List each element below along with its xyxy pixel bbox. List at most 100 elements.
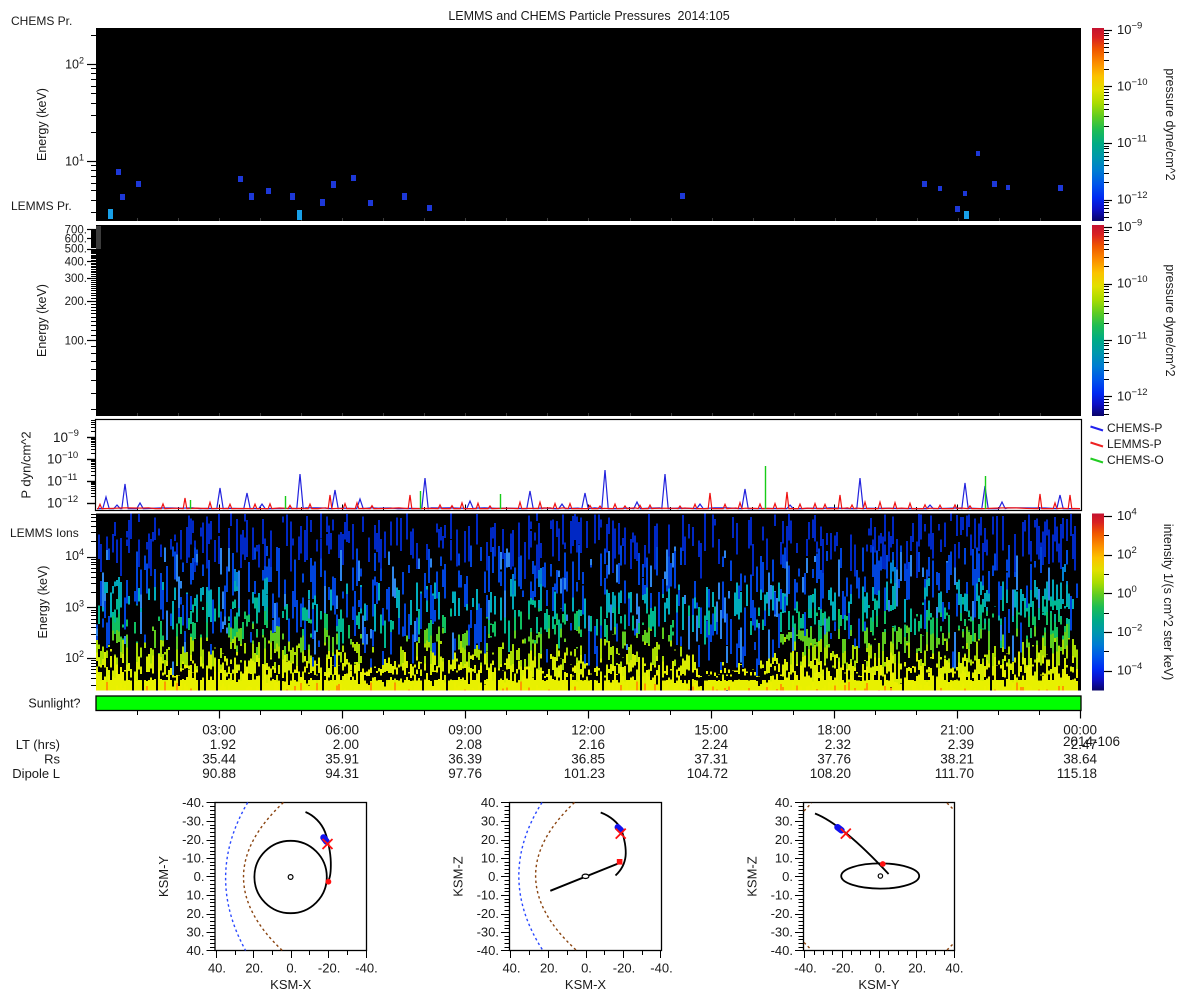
svg-text:-40.: -40.: [355, 961, 377, 976]
svg-text:300.: 300.: [65, 273, 87, 285]
svg-text:KSM-Z: KSM-Z: [745, 856, 760, 897]
svg-text:KSM-Y: KSM-Y: [858, 977, 900, 992]
svg-text:30.: 30.: [775, 814, 793, 829]
svg-text:200.: 200.: [65, 296, 87, 308]
svg-text:-40.: -40.: [477, 943, 499, 958]
svg-text:400.: 400.: [65, 256, 87, 268]
svg-text:KSM-X: KSM-X: [270, 977, 312, 992]
svg-text:38.64: 38.64: [1063, 752, 1097, 767]
svg-text:Energy (keV): Energy (keV): [35, 284, 49, 357]
svg-text:40.: 40.: [186, 943, 204, 958]
svg-text:-20.: -20.: [182, 832, 204, 847]
svg-text:-40.: -40.: [771, 943, 793, 958]
svg-text:03:00: 03:00: [202, 723, 236, 738]
svg-text:0.: 0.: [286, 961, 297, 976]
svg-text:LEMMS Ions: LEMMS Ions: [10, 526, 79, 540]
svg-text:-40.: -40.: [182, 795, 204, 810]
svg-text:-30.: -30.: [477, 925, 499, 940]
svg-text:CHEMS-P: CHEMS-P: [1107, 421, 1162, 435]
svg-text:15:00: 15:00: [694, 723, 728, 738]
svg-text:CHEMS-O: CHEMS-O: [1107, 453, 1164, 467]
svg-text:37.76: 37.76: [817, 752, 851, 767]
svg-text:20.: 20.: [908, 961, 926, 976]
svg-text:36.39: 36.39: [448, 752, 482, 767]
svg-text:Energy (keV): Energy (keV): [35, 88, 49, 161]
svg-text:-10.: -10.: [771, 888, 793, 903]
svg-text:115.18: 115.18: [1057, 766, 1097, 781]
svg-text:500.: 500.: [65, 244, 87, 256]
svg-text:-30.: -30.: [771, 925, 793, 940]
svg-text:20.: 20.: [186, 906, 204, 921]
svg-text:09:00: 09:00: [448, 723, 482, 738]
svg-text:2.08: 2.08: [456, 737, 482, 752]
svg-text:90.88: 90.88: [202, 766, 236, 781]
svg-text:40.: 40.: [481, 795, 499, 810]
svg-text:-40.: -40.: [650, 961, 672, 976]
svg-text:40.: 40.: [208, 961, 226, 976]
svg-text:36.85: 36.85: [571, 752, 605, 767]
svg-text:40.: 40.: [945, 961, 963, 976]
svg-text:0.: 0.: [194, 869, 205, 884]
svg-text:pressure dyne/cm^2: pressure dyne/cm^2: [1163, 264, 1177, 376]
svg-text:-10.: -10.: [182, 851, 204, 866]
svg-text:-20.: -20.: [477, 906, 499, 921]
svg-text:38.21: 38.21: [940, 752, 974, 767]
svg-text:KSM-Z: KSM-Z: [451, 856, 466, 897]
svg-text:20.: 20.: [481, 832, 499, 847]
svg-text:2.16: 2.16: [579, 737, 605, 752]
svg-text:97.76: 97.76: [448, 766, 482, 781]
svg-text:700.: 700.: [65, 225, 87, 237]
svg-text:KSM-X: KSM-X: [565, 977, 607, 992]
svg-text:30.: 30.: [481, 814, 499, 829]
svg-text:111.70: 111.70: [935, 766, 974, 781]
svg-text:Sunlight?: Sunlight?: [28, 697, 80, 711]
svg-text:Energy (keV): Energy (keV): [36, 566, 50, 639]
svg-text:35.91: 35.91: [325, 752, 359, 767]
svg-text:1.92: 1.92: [210, 737, 236, 752]
svg-text:37.31: 37.31: [694, 752, 728, 767]
svg-text:20.: 20.: [245, 961, 263, 976]
svg-text:0.: 0.: [875, 961, 886, 976]
svg-text:2.00: 2.00: [333, 737, 359, 752]
svg-text:2014-106: 2014-106: [1063, 734, 1120, 749]
svg-text:101.23: 101.23: [564, 766, 605, 781]
svg-text:100.: 100.: [65, 336, 87, 348]
svg-text:40.: 40.: [502, 961, 520, 976]
svg-text:-20.: -20.: [771, 906, 793, 921]
svg-text:0.: 0.: [782, 869, 793, 884]
svg-text:-20.: -20.: [832, 961, 854, 976]
svg-text:0.: 0.: [581, 961, 592, 976]
svg-text:35.44: 35.44: [202, 752, 236, 767]
svg-text:20.: 20.: [775, 832, 793, 847]
svg-text:-40.: -40.: [794, 961, 816, 976]
svg-text:LEMMS and CHEMS Particle Press: LEMMS and CHEMS Particle Pressures 2014:…: [448, 9, 729, 23]
svg-text:-30.: -30.: [182, 814, 204, 829]
svg-text:-20.: -20.: [613, 961, 635, 976]
svg-text:12:00: 12:00: [571, 723, 605, 738]
svg-text:30.: 30.: [186, 925, 204, 940]
svg-text:10.: 10.: [186, 888, 204, 903]
svg-text:2.24: 2.24: [702, 737, 729, 752]
svg-text:21:00: 21:00: [940, 723, 974, 738]
svg-text:10.: 10.: [481, 851, 499, 866]
svg-text:0.: 0.: [488, 869, 499, 884]
svg-text:LEMMS Pr.: LEMMS Pr.: [11, 199, 72, 213]
svg-text:108.20: 108.20: [810, 766, 851, 781]
svg-text:LT (hrs): LT (hrs): [16, 737, 60, 752]
svg-text:Dipole L: Dipole L: [12, 766, 60, 781]
svg-text:CHEMS Pr.: CHEMS Pr.: [11, 14, 72, 28]
svg-text:-20.: -20.: [318, 961, 340, 976]
svg-text:-10.: -10.: [477, 888, 499, 903]
svg-text:LEMMS-P: LEMMS-P: [1107, 437, 1162, 451]
svg-text:intensity 1/(s cm^2 ster keV): intensity 1/(s cm^2 ster keV): [1161, 524, 1175, 681]
svg-text:94.31: 94.31: [325, 766, 359, 781]
svg-text:10.: 10.: [775, 851, 793, 866]
svg-text:pressure dyne/cm^2: pressure dyne/cm^2: [1163, 68, 1177, 180]
svg-text:Rs: Rs: [44, 752, 60, 767]
svg-text:P dyn/cm^2: P dyn/cm^2: [19, 431, 34, 498]
svg-text:20.: 20.: [540, 961, 558, 976]
svg-text:KSM-Y: KSM-Y: [156, 856, 171, 898]
svg-text:40.: 40.: [775, 795, 793, 810]
svg-text:06:00: 06:00: [325, 723, 359, 738]
svg-text:2.32: 2.32: [825, 737, 851, 752]
